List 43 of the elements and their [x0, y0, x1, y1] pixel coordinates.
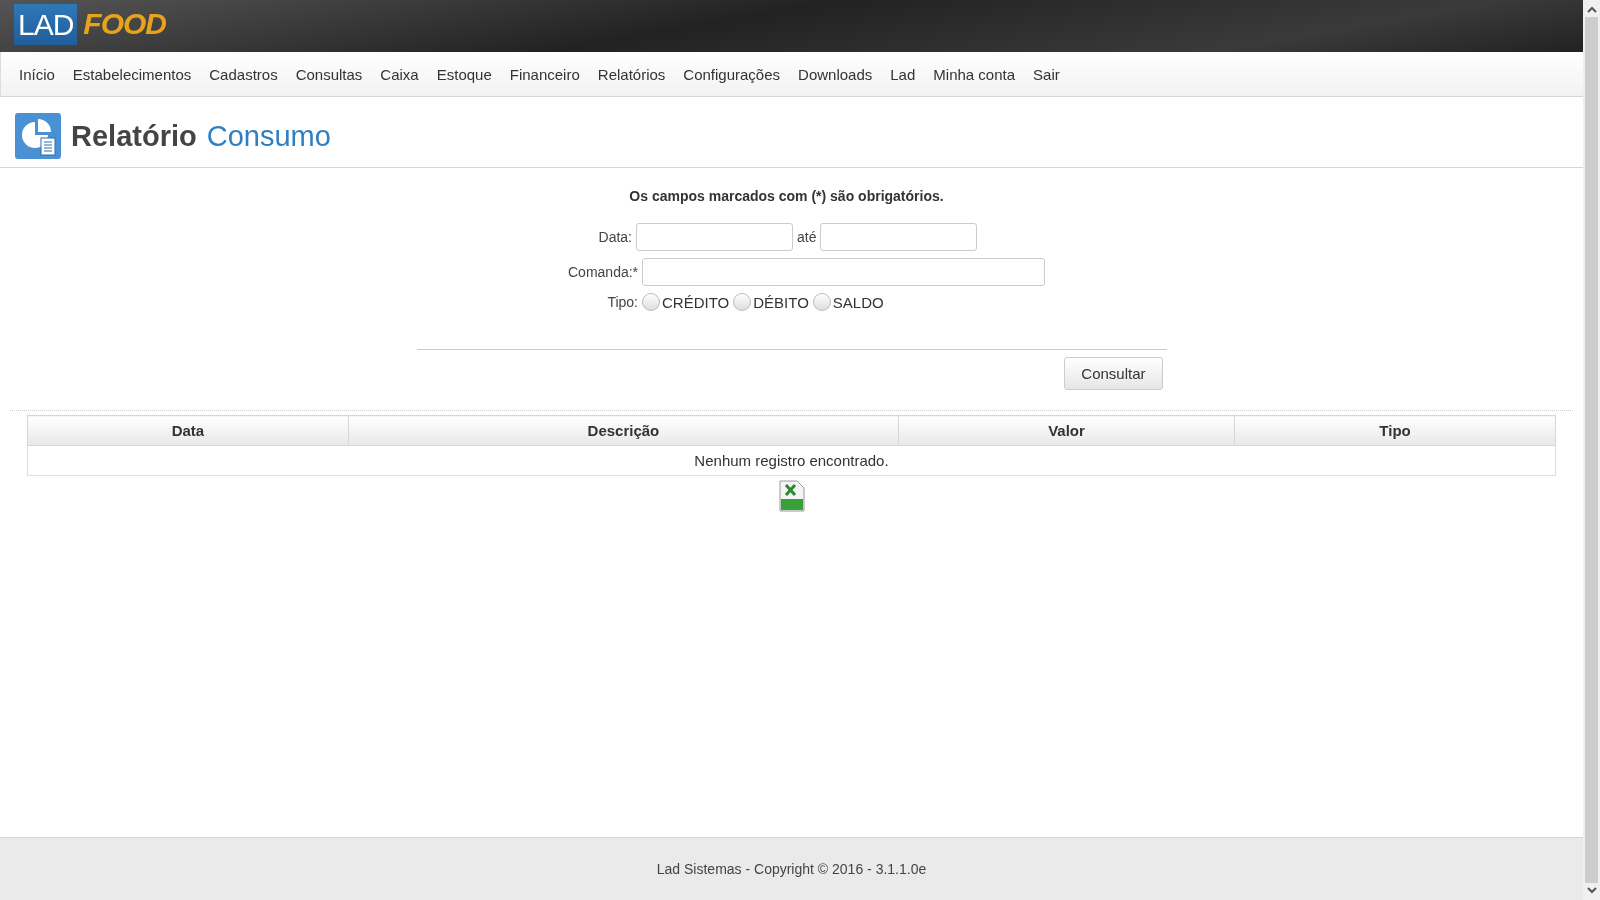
field-label: Data: — [597, 229, 632, 245]
radio-button[interactable] — [812, 293, 831, 311]
nav-link[interactable]: Estoque — [427, 65, 501, 83]
report-icon — [15, 113, 61, 159]
scrollbar[interactable] — [1583, 0, 1600, 900]
radio-button[interactable] — [733, 293, 752, 311]
logo-text: FOOD — [83, 7, 167, 41]
logo-text: LAD — [14, 3, 78, 45]
comanda-field[interactable] — [642, 258, 1045, 286]
nav-link[interactable]: Caixa — [371, 65, 428, 83]
consultar-button[interactable]: Consultar — [1064, 357, 1163, 390]
nav-link[interactable]: Consultas — [286, 65, 372, 83]
column-header: Valor — [898, 415, 1235, 446]
nav-link[interactable]: Relatórios — [588, 65, 675, 83]
date-to-field[interactable] — [820, 223, 978, 251]
nav-link[interactable]: Configurações — [674, 65, 790, 83]
radio-label: DÉBITO — [753, 293, 809, 311]
nav-link[interactable]: Minha conta — [924, 65, 1025, 83]
column-header: Data — [27, 415, 349, 446]
field-label: Tipo: — [606, 294, 638, 310]
column-header: Tipo — [1234, 415, 1556, 446]
page-title: Relatório — [71, 119, 197, 153]
empty-message: Nenhum registro encontrado. — [27, 445, 1556, 476]
required-notice: Os campos marcados com (*) são obrigatórios. — [629, 188, 945, 204]
nav-link[interactable]: Financeiro — [500, 65, 589, 83]
nav-link[interactable]: Cadastros — [200, 65, 287, 83]
radio-label: CRÉDITO — [662, 293, 730, 311]
nav-link[interactable]: Sair — [1024, 65, 1069, 83]
radio-button[interactable] — [642, 293, 660, 311]
page-title: Consumo — [206, 119, 331, 153]
scroll-down-icon[interactable] — [1586, 885, 1597, 895]
nav-link[interactable]: Estabelecimentos — [63, 65, 201, 83]
spreadsheet-icon[interactable] — [778, 480, 805, 512]
nav-link[interactable]: Downloads — [789, 65, 882, 83]
nav-link[interactable]: Início — [10, 65, 64, 83]
nav-link[interactable]: Lad — [881, 65, 925, 83]
column-header: Descrição — [348, 415, 899, 446]
radio-label: SALDO — [832, 293, 884, 311]
field-label: até — [797, 229, 817, 245]
footer-text: Lad Sistemas - Copyright © 2016 - 3.1.1.0e — [0, 837, 1583, 900]
scroll-up-icon[interactable] — [1586, 5, 1597, 15]
field-label: Comanda:* — [568, 264, 638, 280]
date-from-field[interactable] — [636, 223, 793, 251]
